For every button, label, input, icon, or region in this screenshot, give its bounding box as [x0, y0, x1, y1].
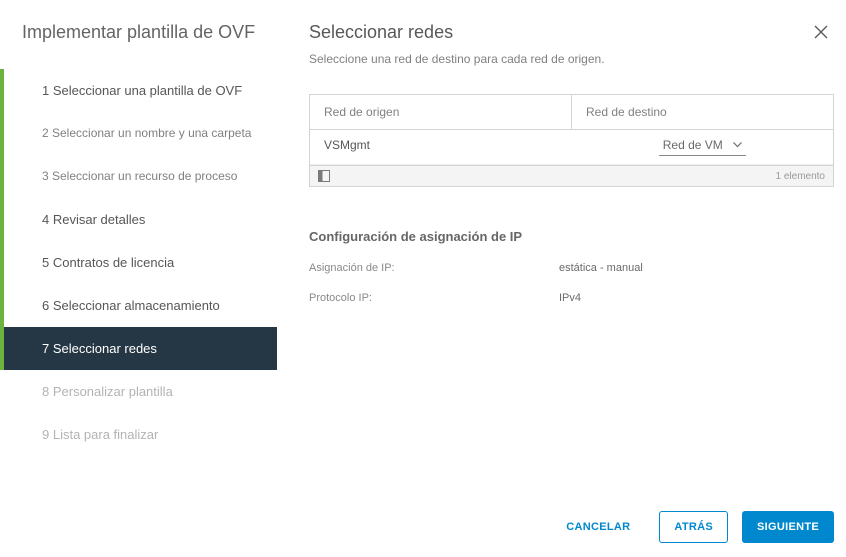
ip-config-value: estática - manual [559, 262, 643, 274]
wizard-step-9: 9 Lista para finalizar [0, 413, 277, 456]
source-network-cell: VSMgmt [310, 130, 572, 164]
main-header: Seleccionar redes [309, 22, 834, 44]
chevron-down-icon [733, 142, 742, 148]
close-icon[interactable] [808, 22, 834, 44]
ip-config-value: IPv4 [559, 292, 581, 304]
dest-network-select[interactable]: Red de VM [659, 138, 746, 156]
wizard-step-6[interactable]: 6 Seleccionar almacenamiento [0, 284, 277, 327]
wizard-footer: CANCELAR ATRÁS SIGUIENTE [551, 511, 834, 543]
wizard-sidebar: Implementar plantilla de OVF 1 Seleccion… [0, 0, 277, 557]
col-source-header: Red de origen [310, 95, 572, 130]
wizard-title: Implementar plantilla de OVF [0, 22, 277, 69]
wizard-step-5[interactable]: 5 Contratos de licencia [0, 241, 277, 284]
dest-network-cell: Red de VM [572, 130, 834, 164]
wizard-step-7[interactable]: 7 Seleccionar redes [0, 327, 277, 370]
wizard-step-3[interactable]: 3 Seleccionar un recurso de proceso [0, 155, 277, 198]
wizard-step-8: 8 Personalizar plantilla [0, 370, 277, 413]
next-button[interactable]: SIGUIENTE [742, 511, 834, 543]
col-dest-header: Red de destino [572, 95, 833, 130]
row-count: 1 elemento [776, 171, 825, 182]
columns-icon[interactable] [318, 170, 330, 182]
ovf-deploy-dialog: Implementar plantilla de OVF 1 Seleccion… [0, 0, 846, 557]
ip-config-label: Protocolo IP: [309, 292, 559, 304]
ip-rows: Asignación de IP:estática - manual Protoc… [309, 244, 834, 304]
table-row: VSMgmt Red de VM [310, 130, 833, 165]
network-table: Red de origen Red de destino VSMgmtRed d… [309, 94, 834, 187]
page-title: Seleccionar redes [309, 22, 453, 43]
table-body: VSMgmt Red de VM [310, 130, 833, 165]
ip-config-label: Asignación de IP: [309, 262, 559, 274]
table-header-row: Red de origen Red de destino [310, 95, 833, 130]
wizard-steps: 1 Seleccionar una plantilla de OVF2 Sele… [0, 69, 277, 456]
table-footer: 1 elemento [310, 165, 833, 186]
ip-config-row: Protocolo IP:IPv4 [309, 292, 834, 304]
page-subtitle: Seleccione una red de destino para cada … [309, 52, 834, 66]
wizard-step-1[interactable]: 1 Seleccionar una plantilla de OVF [0, 69, 277, 112]
cancel-button[interactable]: CANCELAR [551, 511, 645, 543]
wizard-main: Seleccionar redes Seleccione una red de … [277, 0, 846, 557]
wizard-step-2[interactable]: 2 Seleccionar un nombre y una carpeta [0, 112, 277, 155]
dest-network-value: Red de VM [663, 138, 723, 152]
ip-config-row: Asignación de IP:estática - manual [309, 262, 834, 274]
back-button[interactable]: ATRÁS [659, 511, 728, 543]
wizard-step-4[interactable]: 4 Revisar detalles [0, 198, 277, 241]
ip-section-title: Configuración de asignación de IP [309, 229, 834, 244]
